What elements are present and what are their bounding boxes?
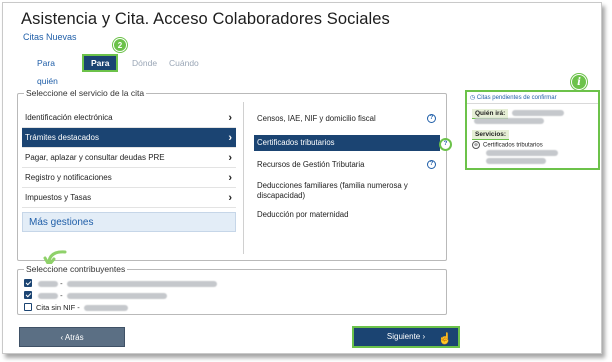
category-identificacion[interactable]: Identificación electrónica › xyxy=(22,108,236,128)
redacted-row xyxy=(484,150,558,157)
category-registro[interactable]: Registro y notificaciones › xyxy=(22,168,236,188)
cita-sin-nif-label: Cita sin NIF - xyxy=(36,303,80,312)
category-label: Pagar, aplazar y consultar deudas PRE xyxy=(25,153,165,162)
service-recursos[interactable]: Recursos de Gestión Tributaria ? xyxy=(254,160,440,170)
contribuyente-row[interactable]: - xyxy=(24,278,217,289)
category-label: Impuestos y Tasas xyxy=(25,193,92,202)
service-legend: Seleccione el servicio de la cita xyxy=(24,88,147,98)
category-tramites-destacados[interactable]: Trámites destacados › xyxy=(22,128,236,148)
pending-header: ◷ Citas pendientes de confirmar xyxy=(467,92,598,104)
tab-donde[interactable]: Dónde xyxy=(132,54,157,72)
service-label: Deducción por maternidad xyxy=(257,210,349,219)
tab-para-quien[interactable]: Para quién xyxy=(37,54,58,86)
service-options-list: Censos, IAE, NIF y domicilio fiscal ? Ce… xyxy=(254,114,452,220)
clock-icon: ◷ xyxy=(470,95,477,101)
checkbox-checked[interactable] xyxy=(24,291,32,300)
service-status-icon: ⊖ xyxy=(472,141,480,149)
service-entry: ⊖ Certificados tributarios xyxy=(472,141,543,149)
next-button[interactable]: Siguiente › ☝ xyxy=(352,326,460,348)
page-title: Asistencia y Cita. Acceso Colaboradores … xyxy=(21,10,390,28)
help-icon[interactable]: ? xyxy=(427,114,436,123)
servicios-label: Servicios: xyxy=(472,130,510,140)
redacted-text xyxy=(83,305,128,312)
service-label: Censos, IAE, NIF y domicilio fiscal xyxy=(257,114,376,123)
service-fieldset: Seleccione el servicio de la cita Identi… xyxy=(17,88,452,261)
app-window: Asistencia y Cita. Acceso Colaboradores … xyxy=(2,2,602,354)
service-category-list: Identificación electrónica › Trámites de… xyxy=(22,108,236,208)
help-icon[interactable]: ? xyxy=(427,160,436,169)
contribuyente-row[interactable]: - xyxy=(24,290,167,301)
chevron-right-icon: › xyxy=(420,332,426,341)
chevron-right-icon: › xyxy=(228,132,232,144)
info-icon: i xyxy=(571,74,587,90)
chevron-right-icon: › xyxy=(228,192,232,204)
chevron-right-icon: › xyxy=(228,112,232,124)
service-censos[interactable]: Censos, IAE, NIF y domicilio fiscal ? xyxy=(254,114,440,124)
pointer-cursor-icon: ☝ xyxy=(438,333,452,345)
redacted-text xyxy=(38,281,58,288)
cita-sin-nif-row[interactable]: Cita sin NIF - xyxy=(24,302,128,313)
next-label: Siguiente xyxy=(386,332,421,341)
chevron-right-icon: › xyxy=(228,172,232,184)
checkbox-checked[interactable] xyxy=(24,279,32,288)
citas-nuevas-link[interactable]: Citas Nuevas xyxy=(23,32,77,42)
service-label: Deducciones familiares (familia numerosa… xyxy=(257,181,408,200)
step-badge: 2 xyxy=(113,38,127,52)
category-label: Trámites destacados xyxy=(25,133,99,142)
service-entry-label: Certificados tributarios xyxy=(483,142,543,149)
redacted-row xyxy=(484,158,546,165)
category-pagar-aplazar[interactable]: Pagar, aplazar y consultar deudas PRE › xyxy=(22,148,236,168)
tab-cuando[interactable]: Cuándo xyxy=(169,54,199,72)
redacted-text xyxy=(66,293,167,300)
pending-header-text: Citas pendientes de confirmar xyxy=(476,95,557,101)
tab-para-que[interactable]: Para qué xyxy=(82,54,119,82)
chevron-right-icon: › xyxy=(228,152,232,164)
back-label: Atrás xyxy=(64,333,84,342)
service-label: Certificados tributarios xyxy=(257,138,335,147)
redacted-text xyxy=(66,281,217,288)
service-label: Recursos de Gestión Tributaria xyxy=(257,160,365,169)
servicios-row: Servicios: xyxy=(472,130,510,140)
mas-gestiones-button[interactable]: Más gestiones xyxy=(22,212,236,232)
redacted-text xyxy=(486,158,546,164)
service-certificados[interactable]: Certificados tributarios ? xyxy=(254,135,452,151)
redacted-row xyxy=(472,118,544,125)
category-label: Registro y notificaciones xyxy=(25,173,112,182)
redacted-text xyxy=(38,293,58,300)
service-deducciones-familiares[interactable]: Deducciones familiares (familia numerosa… xyxy=(254,181,440,201)
category-impuestos[interactable]: Impuestos y Tasas › xyxy=(22,188,236,208)
redacted-text xyxy=(474,118,544,124)
redacted-text xyxy=(486,150,558,156)
category-label: Identificación electrónica xyxy=(25,113,113,122)
contribuyentes-legend: Seleccione contribuyentes xyxy=(24,264,128,274)
back-button[interactable]: ‹ Atrás xyxy=(19,327,125,347)
pending-appointments-panel: ◷ Citas pendientes de confirmar Quién ir… xyxy=(465,90,600,170)
help-icon[interactable]: ? xyxy=(439,138,452,151)
contribuyentes-fieldset: Seleccione contribuyentes - - Cita sin N… xyxy=(17,264,447,315)
checkbox-unchecked[interactable] xyxy=(24,303,32,312)
redacted-text xyxy=(512,110,565,117)
service-deduccion-maternidad[interactable]: Deducción por maternidad xyxy=(254,210,440,220)
divider xyxy=(243,102,244,254)
